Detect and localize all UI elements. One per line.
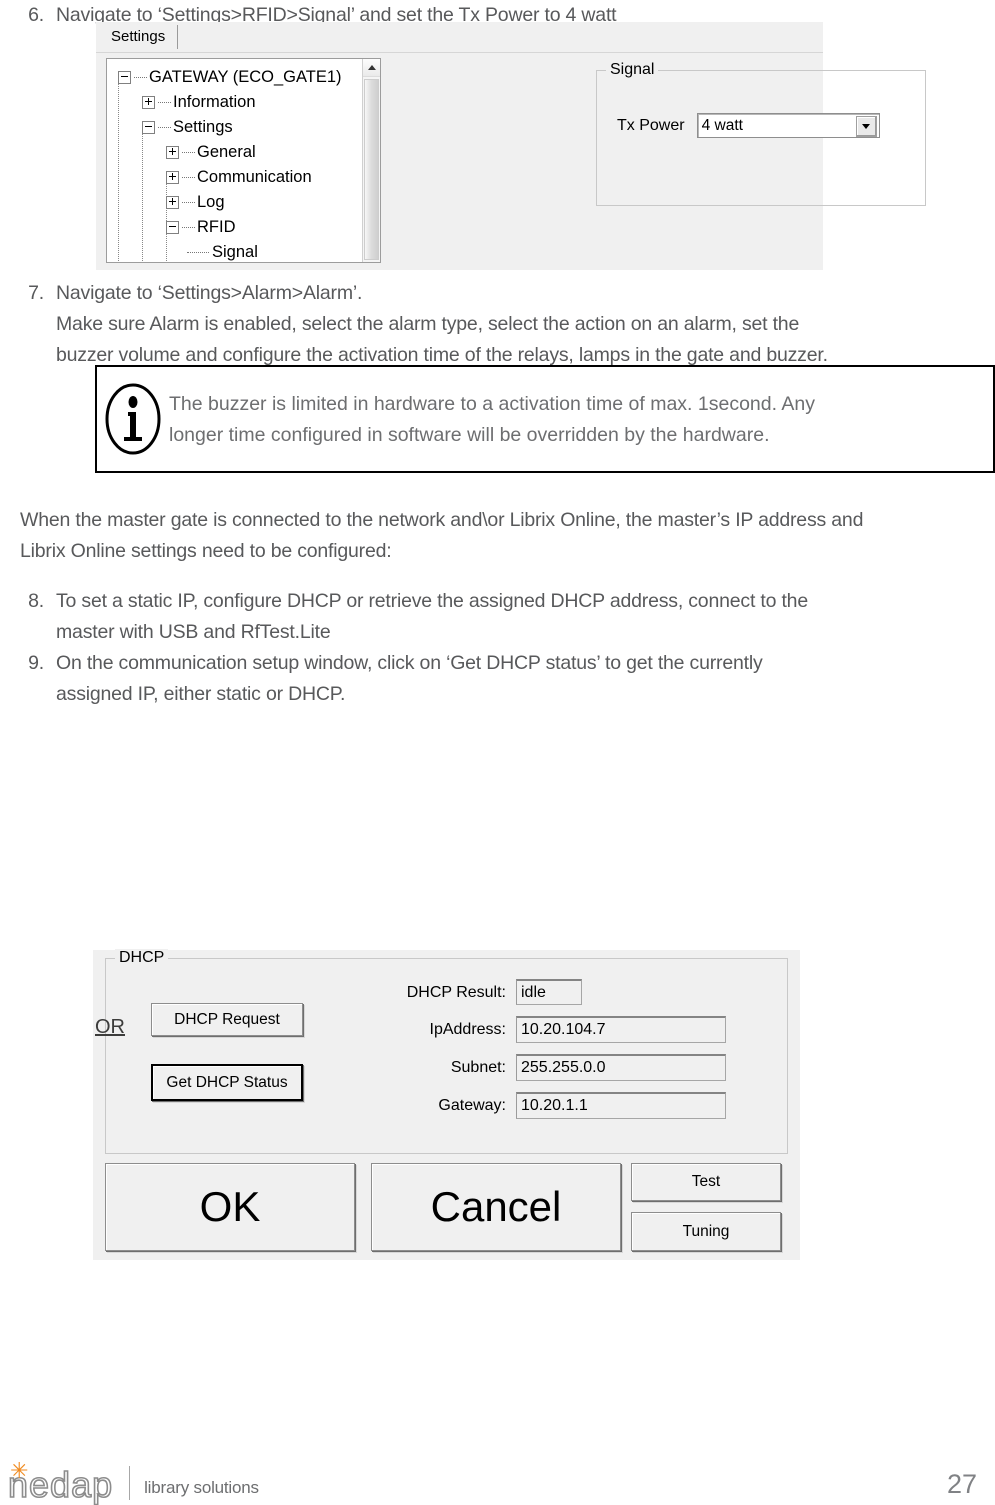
step-9-number: 9. (28, 652, 44, 674)
ok-button[interactable]: OK (105, 1163, 355, 1251)
gateway-label: Gateway: (438, 1097, 506, 1114)
info-note-line2: longer time configured in software will … (169, 424, 770, 446)
tree-expander-plus-icon[interactable] (142, 96, 155, 109)
info-icon (97, 367, 169, 471)
tree-connector (158, 101, 171, 104)
dhcp-group-title: DHCP (115, 949, 169, 967)
nedap-logo: ✳ nedap library solutions (7, 1460, 259, 1504)
get-dhcp-status-button[interactable]: Get DHCP Status (151, 1064, 303, 1101)
logo-divider (129, 1466, 131, 1500)
tree-node-information[interactable]: Information (113, 90, 380, 115)
tab-settings[interactable]: Settings (102, 25, 179, 49)
tree-node-settings[interactable]: Settings (113, 115, 380, 140)
tree-node-label: Communication (197, 168, 312, 186)
tx-power-label: Tx Power (617, 116, 685, 134)
dhcp-result-label: DHCP Result: (406, 984, 506, 1001)
tree-connector (182, 226, 195, 229)
step-7-line1: Navigate to ‘Settings>Alarm>Alarm’. (56, 282, 363, 304)
info-note-text: The buzzer is limited in hardware to a a… (169, 367, 993, 451)
tree-node-general[interactable]: General (113, 140, 380, 165)
step-9: 9. On the communication setup window, cl… (8, 648, 918, 710)
tree-node-log[interactable]: Log (113, 190, 380, 215)
intro-paragraph: When the master gate is connected to the… (20, 505, 960, 567)
settings-tabstrip: Settings (96, 22, 823, 53)
or-label: OR (95, 1016, 125, 1038)
tree-node-label: Information (173, 93, 256, 111)
tree-node-communication[interactable]: Communication (113, 165, 380, 190)
tree-expander-plus-icon[interactable] (166, 171, 179, 184)
star-icon: ✳ (10, 1458, 30, 1483)
nedap-wordmark: ✳ nedap (7, 1460, 113, 1504)
info-note-line1: The buzzer is limited in hardware to a a… (169, 393, 815, 415)
tree-node-label: RFID (197, 218, 236, 236)
step-9-body: On the communication setup window, click… (56, 648, 918, 710)
subnet-field[interactable]: 255.255.0.0 (516, 1054, 726, 1081)
tx-power-dropdown[interactable]: 4 watt (696, 113, 880, 138)
signal-groupbox: Signal Tx Power 4 watt (596, 61, 926, 206)
step-8-number: 8. (28, 590, 44, 612)
page-number: 27 (946, 1469, 977, 1499)
tree-expander-minus-icon[interactable] (166, 221, 179, 234)
page-footer: ✳ nedap library solutions 27 (0, 1460, 995, 1504)
dhcp-groupbox: DHCP DHCP Request Get DHCP Status DHCP R… (105, 949, 788, 1154)
cancel-button[interactable]: Cancel (371, 1163, 621, 1251)
step-7-number: 7. (28, 282, 44, 304)
intro-paragraph-line1: When the master gate is connected to the… (20, 509, 864, 531)
dhcp-dialog-screenshot: DHCP DHCP Request Get DHCP Status DHCP R… (93, 949, 800, 1260)
ipaddress-field[interactable]: 10.20.104.7 (516, 1016, 726, 1043)
tree-node-gateway[interactable]: GATEWAY (ECO_GATE1) (113, 65, 380, 90)
step-8-line1: To set a static IP, configure DHCP or re… (56, 590, 808, 612)
tree-node-label: Settings (173, 118, 233, 136)
tree-expander-plus-icon[interactable] (166, 146, 179, 159)
tx-power-row: Tx Power 4 watt (617, 113, 880, 138)
chevron-down-icon[interactable] (855, 116, 877, 137)
tree-expander-minus-icon[interactable] (118, 71, 131, 84)
tree-node-label: GATEWAY (ECO_GATE1) (149, 68, 342, 86)
signal-group-title: Signal (606, 61, 659, 79)
tree-connector (187, 251, 209, 254)
test-button[interactable]: Test (631, 1163, 781, 1201)
step-7-body: Navigate to ‘Settings>Alarm>Alarm’. Make… (56, 278, 948, 371)
dhcp-request-button[interactable]: DHCP Request (151, 1003, 303, 1036)
scrollbar-thumb[interactable] (364, 79, 379, 260)
scroll-up-arrow-icon[interactable] (363, 59, 380, 77)
step-8: 8. To set a static IP, configure DHCP or… (8, 586, 918, 648)
step-8-body: To set a static IP, configure DHCP or re… (56, 586, 918, 648)
ipaddress-label: IpAddress: (429, 1021, 506, 1038)
tree-connector (182, 201, 195, 204)
step-9-line1: On the communication setup window, click… (56, 652, 763, 674)
tree-scrollbar[interactable] (362, 59, 380, 262)
info-note-box: The buzzer is limited in hardware to a a… (95, 365, 995, 473)
step-8-line2: master with USB and RfTest.Lite (56, 621, 331, 643)
tree-node-signal[interactable]: Signal (113, 240, 380, 262)
intro-paragraph-line2: Librix Online settings need to be config… (20, 540, 392, 562)
dhcp-result-field[interactable]: idle (516, 979, 582, 1005)
settings-screenshot: Settings GATEWAY (ECO_GATE1) Information… (96, 22, 926, 270)
gateway-field[interactable]: 10.20.1.1 (516, 1092, 726, 1119)
step-6-number: 6. (28, 4, 44, 26)
tree-expander-plus-icon[interactable] (166, 196, 179, 209)
tree-node-rfid[interactable]: RFID (113, 215, 380, 240)
tree-connector (134, 76, 147, 79)
tree-node-label: General (197, 143, 256, 161)
tree-node-label: Signal (212, 243, 258, 261)
tree-connector (182, 176, 195, 179)
tree-connector (158, 126, 171, 129)
step-7-line2: Make sure Alarm is enabled, select the a… (56, 313, 800, 335)
settings-tree: GATEWAY (ECO_GATE1) Information Settings… (107, 59, 380, 262)
tree-connector (182, 151, 195, 154)
logo-tagline: library solutions (144, 1478, 259, 1497)
step-9-line2: assigned IP, either static or DHCP. (56, 683, 346, 705)
tree-node-label: Log (197, 193, 225, 211)
subnet-label: Subnet: (450, 1059, 506, 1076)
settings-tree-panel[interactable]: GATEWAY (ECO_GATE1) Information Settings… (106, 58, 381, 263)
tuning-button[interactable]: Tuning (631, 1212, 781, 1251)
tx-power-value: 4 watt (701, 116, 743, 134)
tree-expander-minus-icon[interactable] (142, 121, 155, 134)
step-7: 7. Navigate to ‘Settings>Alarm>Alarm’. M… (8, 278, 948, 371)
